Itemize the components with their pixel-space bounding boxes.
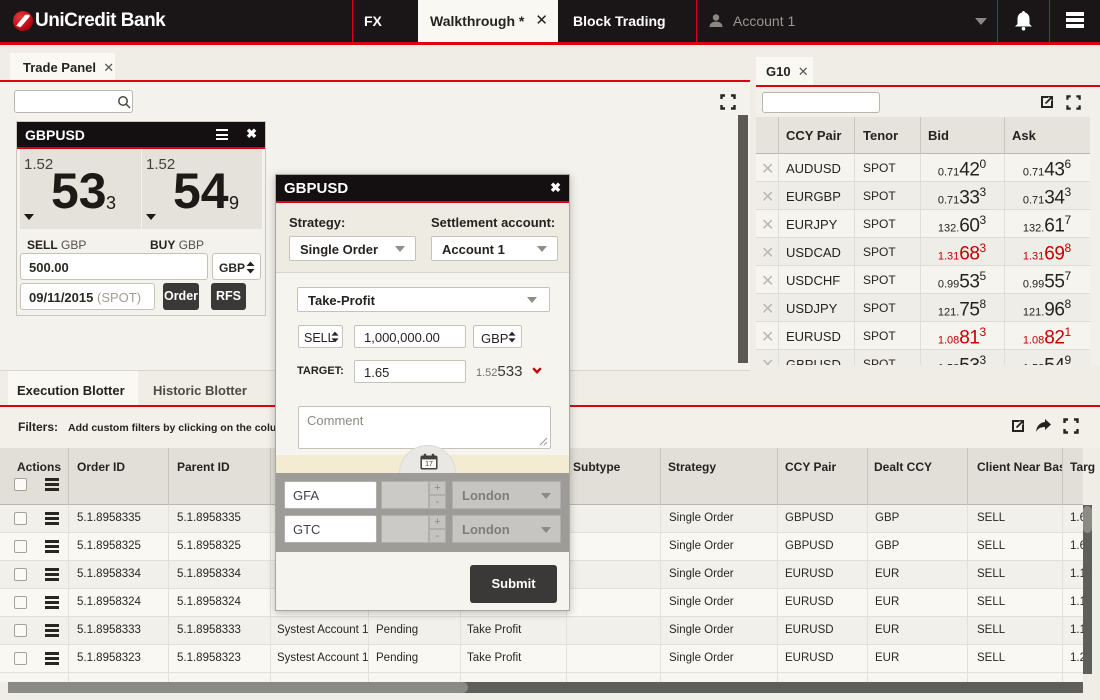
svg-text:17: 17	[425, 461, 433, 468]
